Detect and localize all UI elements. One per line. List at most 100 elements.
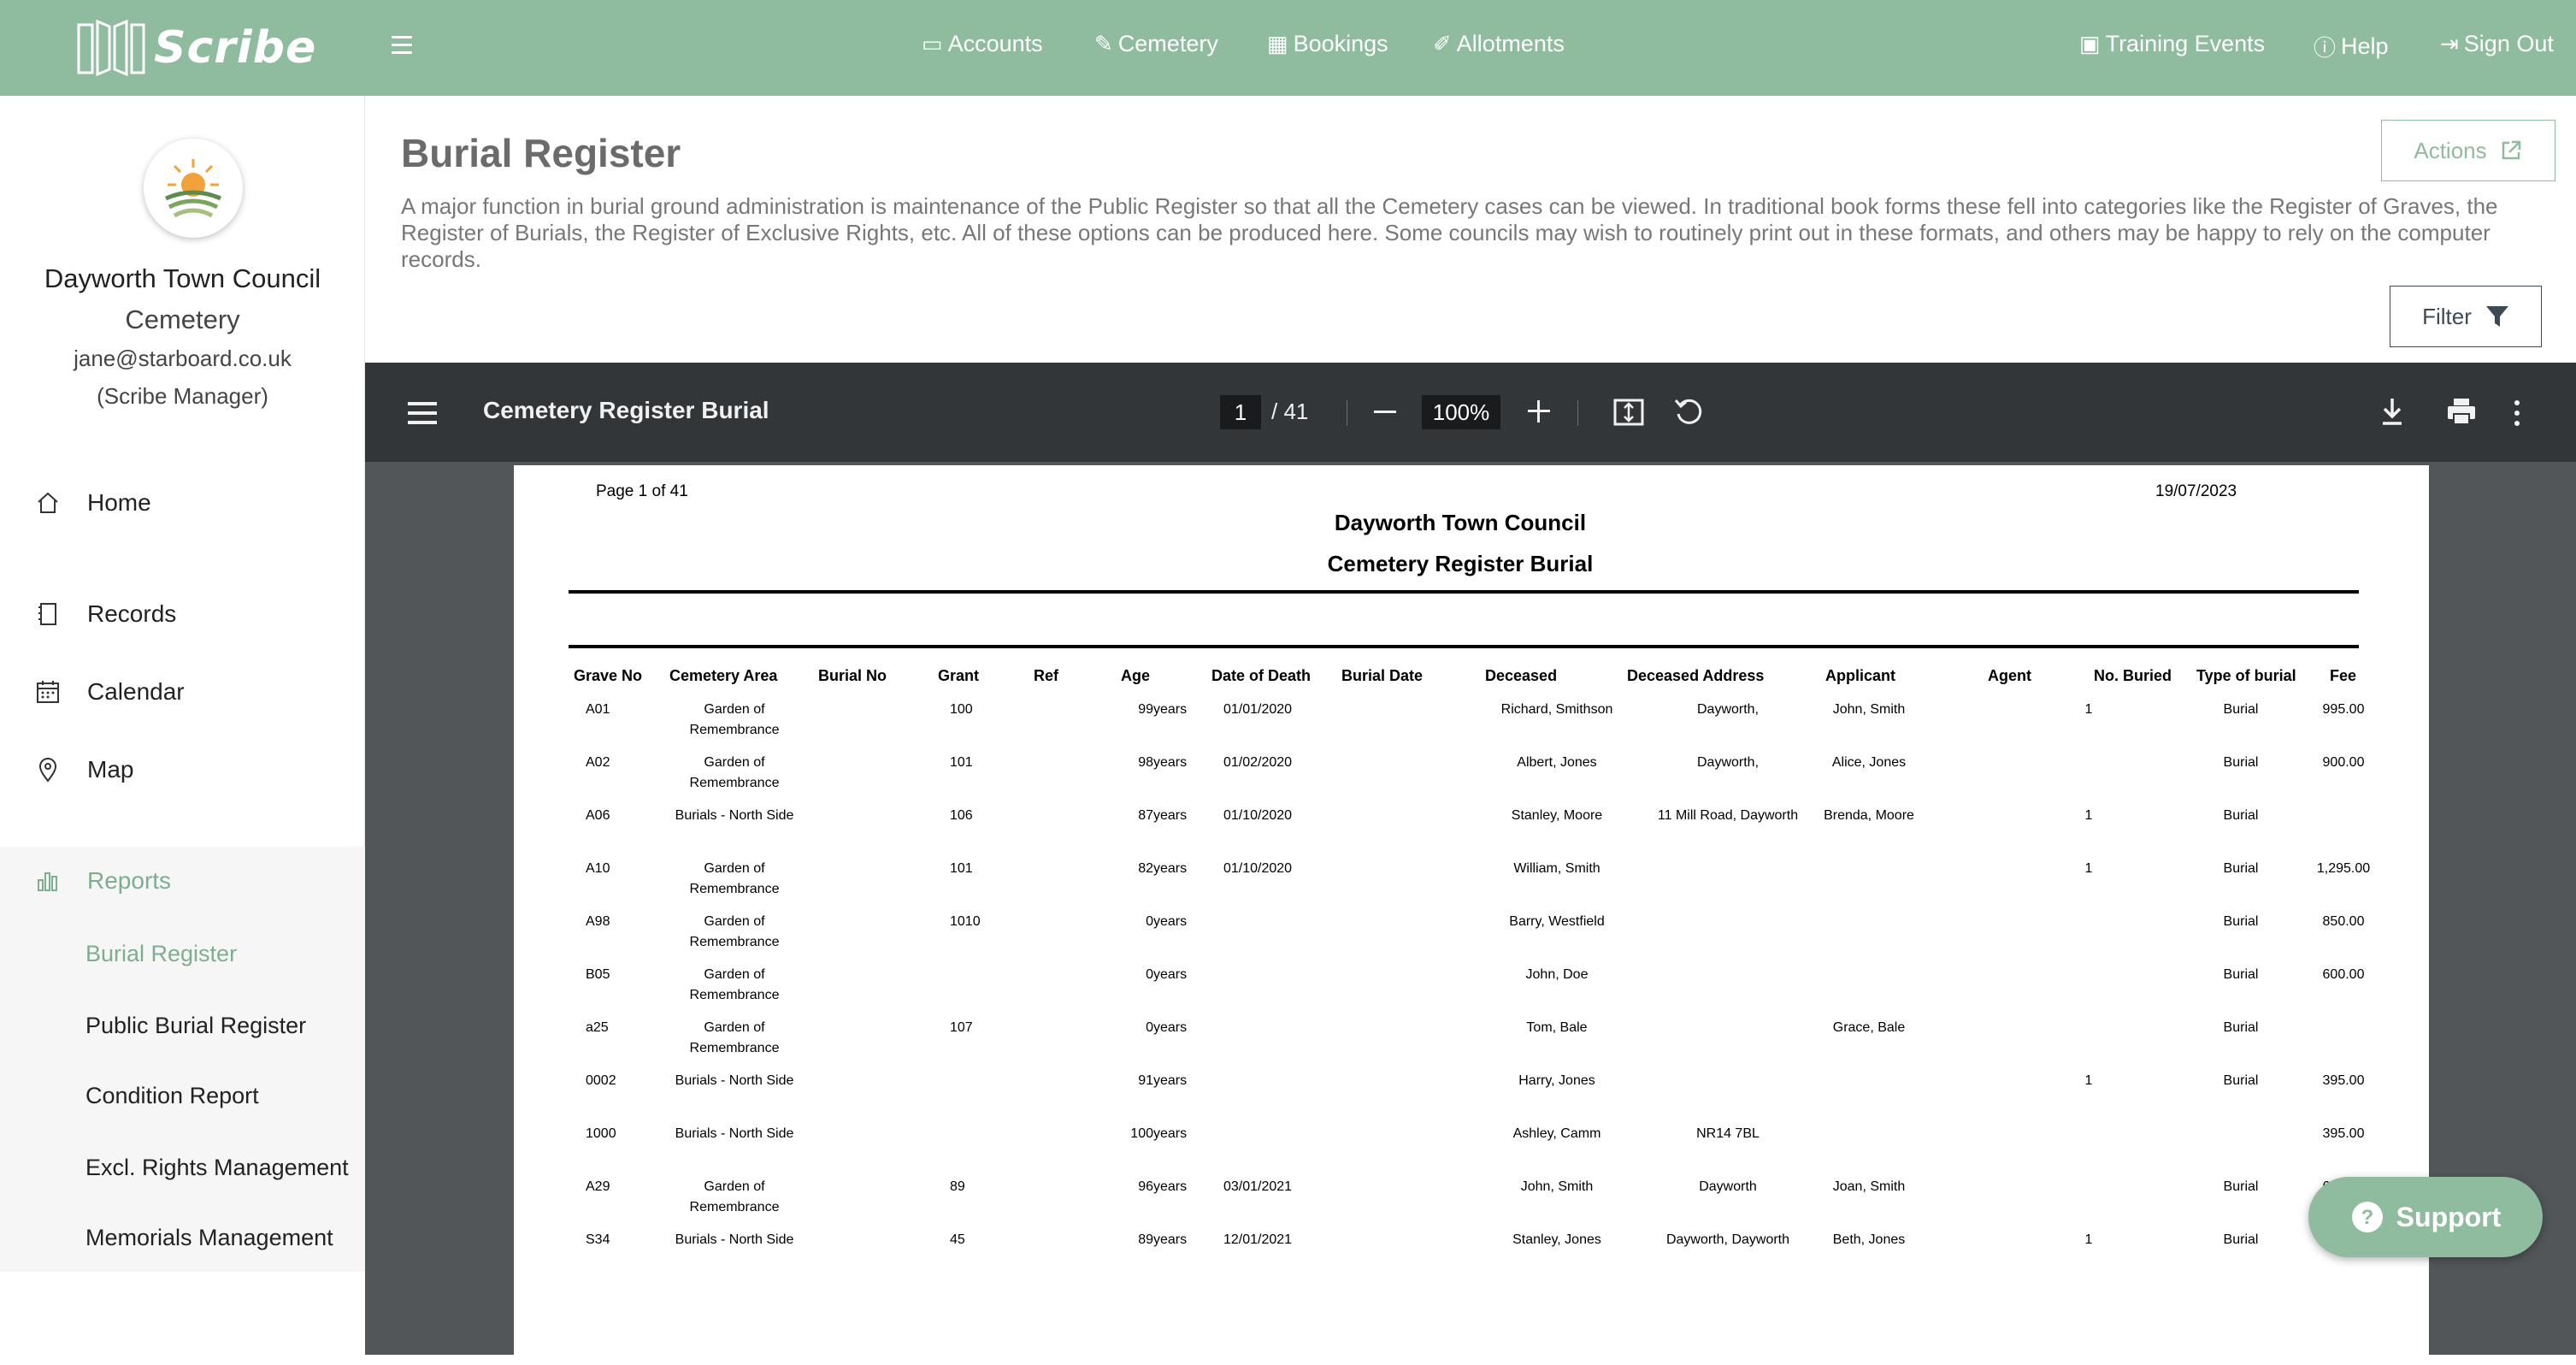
cell-area-line1: Garden of [704,702,765,717]
cell-unit: years [1153,1179,1188,1194]
cell-deceased: Tom, Bale [1526,1020,1588,1035]
cell-unit: years [1153,702,1188,717]
cell-dod: 01/01/2020 [1223,702,1293,717]
cell-fee: 395.00 [2322,1073,2365,1088]
filter-button[interactable]: Filter [2390,286,2542,347]
money-icon: ▭ [922,31,943,56]
cell-grave: 0002 [586,1073,616,1088]
cell-grant: 107 [950,1020,973,1035]
pdf-zoom-level[interactable]: 100% [1422,395,1500,429]
page-description: A major function in burial ground admini… [401,193,2498,272]
question-circle-icon: ? [2350,1200,2384,1234]
page-title: Burial Register [401,131,681,175]
top-navigation-bar: Scribe ▭ Accounts ✎ Cemetery ▦ Bookings ✐ Al… [0,0,2576,96]
sidebar-item-home[interactable]: Home [34,489,151,517]
cell-area-line1: Burials - North Side [675,808,794,823]
cell-unit: years [1153,1020,1188,1035]
cell-grave: A02 [586,755,610,770]
cell-buried: 1 [2084,861,2093,876]
cell-deceased: William, Smith [1513,861,1600,876]
actions-button[interactable]: Actions [2381,120,2555,181]
sidebar-item-reports[interactable]: Reports [34,867,171,895]
report-subtitle: Cemetery Register Burial [1327,551,1594,576]
support-label: Support [2396,1201,2502,1232]
pdf-title: Cemetery Register Burial [483,397,769,423]
cell-age: 100 [1130,1126,1153,1141]
sidebar-sub-public-burial-register[interactable]: Public Burial Register [85,1013,306,1039]
nav-cemetery[interactable]: ✎ Cemetery [1094,31,1218,57]
pdf-menu-icon[interactable] [408,402,437,424]
sidebar-sub-memorials[interactable]: Memorials Management [85,1225,333,1251]
cell-grant: 101 [950,861,973,876]
nav-accounts[interactable]: ▭ Accounts [922,31,1043,57]
cell-area-line1: Garden of [704,967,765,982]
nav-training-events[interactable]: ▣ Training Events [2079,31,2265,57]
col-type-of-burial: Type of burial [2196,667,2296,684]
col-agent: Agent [1988,667,2031,684]
cell-buried: 1 [2084,808,2093,823]
report-page-label: Page 1 of 41 [596,482,688,500]
cell-grave: A98 [586,914,610,929]
cell-grave: S34 [586,1232,610,1247]
pdf-page-input[interactable]: 1 [1220,395,1261,429]
cell-grant: 100 [950,702,973,717]
sidebar-item-map[interactable]: Map [34,756,133,783]
brand-name: Scribe [154,22,317,74]
support-button[interactable]: ? Support [2308,1177,2543,1257]
feather-icon: ✎ [1094,31,1113,56]
sidebar-item-records[interactable]: Records [34,600,176,628]
menu-toggle-icon[interactable] [392,36,412,54]
download-icon[interactable] [2379,397,2405,430]
scribe-logo[interactable]: Scribe [74,17,316,79]
cell-type: Burial [2223,861,2259,876]
cell-unit: years [1153,861,1188,876]
user-role: (Scribe Manager) [97,383,268,409]
sidebar-item-calendar[interactable]: Calendar [34,678,185,706]
sidebar-item-records-label: Records [87,600,177,627]
zoom-out-icon[interactable] [1374,411,1396,413]
zoom-in-icon[interactable] [1528,400,1550,422]
nav-sign-out[interactable]: ⇥ Sign Out [2440,31,2554,57]
cell-age: 87 [1138,808,1153,823]
cell-grave: A06 [586,808,610,823]
cell-cemetery-area: Garden of Remembrance [659,1177,810,1218]
cell-applicant: Grace, Bale [1832,1020,1906,1035]
sidebar-sub-condition-report[interactable]: Condition Report [85,1083,259,1109]
nav-allotments-label: Allotments [1456,31,1565,56]
cell-dod: 03/01/2021 [1223,1179,1293,1194]
cell-unit: years [1153,1126,1188,1141]
nav-help[interactable]: ⓘ Help [2314,31,2389,62]
cell-type: Burial [2223,1020,2259,1035]
sidebar-sub-excl-rights[interactable]: Excl. Rights Management [85,1155,349,1181]
nav-signout-label: Sign Out [2463,31,2554,56]
cell-applicant: John, Smith [1832,702,1906,717]
nav-bookings[interactable]: ▦ Bookings [1267,31,1388,57]
print-icon[interactable] [2446,397,2477,430]
report-divider [569,645,2359,648]
bar-chart-icon [34,867,62,895]
col-date-of-death: Date of Death [1211,667,1312,684]
fit-page-icon[interactable] [1613,399,1644,430]
rotate-icon[interactable] [1673,397,1704,432]
nav-allotments[interactable]: ✐ Allotments [1433,31,1565,57]
home-icon [34,489,62,517]
sidebar-item-map-label: Map [87,756,134,783]
cell-type: Burial [2223,808,2259,823]
cell-applicant: Joan, Smith [1832,1179,1906,1194]
cell-area-line1: Burials - North Side [675,1073,794,1088]
cell-cemetery-area: Burials - North Side [659,1071,810,1091]
col-ref: Ref [1034,667,1059,684]
cell-age: 99 [1138,702,1153,717]
cell-area-line2: Remembrance [689,723,780,737]
cell-grave: a25 [586,1020,609,1035]
sidebar-sub-burial-register[interactable]: Burial Register [85,941,237,967]
nav-training-label: Training Events [2105,31,2266,56]
cell-type: Burial [2223,702,2259,717]
more-options-icon[interactable] [2514,400,2521,426]
cell-grant: 89 [950,1179,965,1194]
cell-deceased: Barry, Westfield [1509,914,1605,929]
cell-grant: 101 [950,755,973,770]
col-burial-date: Burial Date [1341,667,1424,684]
cell-cemetery-area: Garden of Remembrance [659,965,810,1006]
cell-type: Burial [2223,755,2259,770]
